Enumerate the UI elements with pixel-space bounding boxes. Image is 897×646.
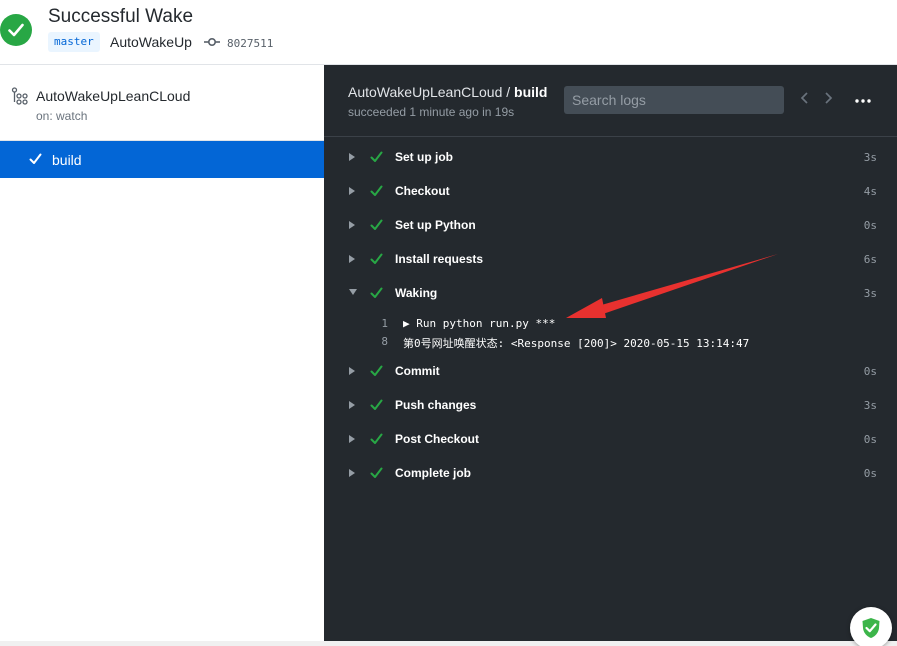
- success-status-icon: [0, 14, 32, 46]
- log-step-commit[interactable]: Commit 0s: [324, 355, 897, 389]
- bottom-strip: [0, 641, 897, 646]
- shield-badge[interactable]: [850, 607, 892, 646]
- step-duration: 6s: [863, 253, 877, 266]
- caret-right-icon: [349, 187, 355, 195]
- sidebar-job-label: build: [52, 152, 82, 168]
- log-title: AutoWakeUpLeanCLoud / build: [348, 84, 547, 100]
- step-duration: 0s: [863, 365, 877, 378]
- commit-icon: [204, 37, 220, 47]
- log-line-text: 第0号网址唤醒状态: <Response [200]> 2020-05-15 1…: [403, 337, 750, 350]
- step-name: Commit: [395, 364, 440, 378]
- step-duration: 0s: [863, 219, 877, 232]
- log-step-checkout[interactable]: Checkout 4s: [324, 175, 897, 209]
- step-duration: 3s: [863, 151, 877, 164]
- step-name: Complete job: [395, 466, 472, 480]
- check-icon: [370, 399, 383, 410]
- log-step-set-up-python[interactable]: Set up Python 0s: [324, 209, 897, 243]
- search-logs-input[interactable]: [564, 86, 784, 114]
- step-duration: 4s: [863, 185, 877, 198]
- check-icon: [370, 253, 383, 264]
- shield-icon: [862, 618, 880, 638]
- sidebar-job-build[interactable]: build: [0, 141, 324, 178]
- chevron-right-icon[interactable]: [823, 92, 833, 104]
- log-breadcrumb-workflow: AutoWakeUpLeanCLoud /: [348, 84, 515, 100]
- log-line: 8 第0号网址唤醒状态: <Response [200]> 2020-05-15…: [324, 333, 897, 351]
- commit-sha-link[interactable]: 8027511: [227, 37, 273, 50]
- kebab-menu-icon[interactable]: [855, 99, 871, 103]
- caret-right-icon: [349, 221, 355, 229]
- caret-right-icon: [349, 401, 355, 409]
- step-duration: 3s: [863, 399, 877, 412]
- check-icon: [370, 365, 383, 376]
- log-line-number: 1: [381, 317, 388, 330]
- divider: [324, 136, 897, 137]
- run-title: Successful Wake: [48, 6, 194, 27]
- caret-right-icon: [349, 255, 355, 263]
- step-duration: 3s: [863, 287, 877, 300]
- repo-link[interactable]: AutoWakeUp: [110, 34, 192, 50]
- log-step-post-checkout[interactable]: Post Checkout 0s: [324, 423, 897, 457]
- caret-down-icon: [349, 289, 357, 295]
- step-duration: 0s: [863, 467, 877, 480]
- caret-right-icon: [349, 435, 355, 443]
- step-name: Set up Python: [395, 218, 476, 232]
- step-name: Push changes: [395, 398, 477, 412]
- log-status: succeeded 1 minute ago in 19s: [348, 105, 515, 119]
- workflow-sidebar: AutoWakeUpLeanCLoud on: watch build: [0, 65, 324, 641]
- workflow-name[interactable]: AutoWakeUpLeanCLoud: [36, 88, 190, 104]
- step-name: Checkout: [395, 184, 450, 198]
- log-panel: AutoWakeUpLeanCLoud / build succeeded 1 …: [324, 65, 897, 641]
- step-name: Waking: [395, 286, 438, 300]
- log-step-install-requests[interactable]: Install requests 6s: [324, 243, 897, 277]
- log-step-waking[interactable]: Waking 3s: [324, 277, 897, 311]
- chevron-left-icon[interactable]: [800, 92, 810, 104]
- run-header: Successful Wake master AutoWakeUp 802751…: [0, 0, 897, 65]
- check-icon: [370, 287, 383, 298]
- step-duration: 0s: [863, 433, 877, 446]
- check-icon: [370, 467, 383, 478]
- check-icon: [29, 153, 42, 164]
- log-line-text: ▶ Run python run.py ***: [403, 317, 556, 330]
- log-line-number: 8: [381, 335, 388, 348]
- log-step-push-changes[interactable]: Push changes 3s: [324, 389, 897, 423]
- branch-badge[interactable]: master: [48, 32, 100, 52]
- step-name: Install requests: [395, 252, 484, 266]
- caret-right-icon: [349, 469, 355, 477]
- check-icon: [370, 219, 383, 230]
- workflow-trigger: on: watch: [36, 109, 88, 123]
- log-step-set-up-job[interactable]: Set up job 3s: [324, 141, 897, 175]
- step-name: Set up job: [395, 150, 453, 164]
- check-icon: [370, 185, 383, 196]
- workflow-icon: [11, 87, 28, 105]
- step-name: Post Checkout: [395, 432, 480, 446]
- check-icon: [370, 433, 383, 444]
- caret-right-icon: [349, 367, 355, 375]
- caret-right-icon: [349, 153, 355, 161]
- check-icon: [370, 151, 383, 162]
- log-line[interactable]: 1 ▶ Run python run.py ***: [324, 315, 897, 333]
- log-breadcrumb-job: build: [514, 84, 548, 100]
- log-step-complete-job[interactable]: Complete job 0s: [324, 457, 897, 491]
